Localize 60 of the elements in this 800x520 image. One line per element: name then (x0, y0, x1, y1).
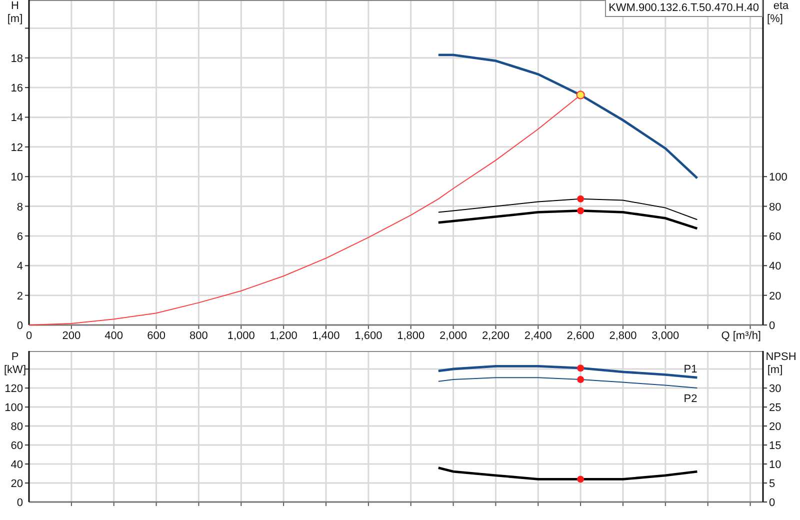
axis-tick-label: 25 (769, 402, 782, 414)
curve-label: P2 (684, 393, 698, 406)
axis-label: eta [%] (767, 0, 789, 25)
axis-tick-label: 12 (10, 142, 23, 154)
axis-tick-label: 20 (10, 478, 23, 490)
axis-label: H [m] (7, 0, 23, 25)
operating-point (577, 376, 584, 383)
axis-tick-label: 16 (10, 82, 23, 95)
axis-tick-label: 1,000 (227, 330, 255, 342)
axis-tick-label: 0 (16, 497, 23, 509)
axis-label: NPSH [m] (766, 351, 796, 376)
axis-tick-label: 800 (190, 330, 208, 342)
axis-tick-label: 6 (16, 230, 23, 243)
axis-tick-label: 10 (10, 172, 23, 184)
axis-label: P [kW] (4, 351, 26, 376)
axis-tick-label: 0 (26, 330, 32, 342)
axis-tick-label: 2,400 (524, 330, 552, 342)
axis-tick-label: 2,000 (440, 330, 468, 342)
axis-tick-label: 2,600 (566, 330, 594, 342)
axis-tick-label: 18 (10, 52, 23, 65)
axis-tick-label: 2,200 (482, 330, 510, 342)
operating-point (577, 364, 584, 372)
axis-tick-label: 200 (62, 330, 81, 342)
axis-tick-label: 10 (769, 459, 782, 472)
duty-point (576, 90, 585, 100)
axis-tick-label: 20 (769, 421, 782, 434)
axis-tick-label: 40 (769, 260, 782, 273)
axis-tick-label: 60 (769, 230, 782, 243)
axis-tick-label: 1,400 (312, 330, 340, 342)
axis-tick-label: 80 (769, 201, 782, 214)
operating-point (577, 195, 584, 202)
axis-tick-label: 600 (147, 330, 166, 342)
axis-tick-label: 14 (10, 112, 23, 124)
axis-tick-label: 1,200 (270, 330, 298, 342)
axis-tick-label: 3,000 (652, 330, 680, 342)
axis-tick-label: 1,800 (397, 330, 425, 342)
axis-tick-label: 400 (104, 330, 124, 342)
axis-label: Q [m³/h] (721, 330, 761, 342)
axis-tick-label: 30 (769, 383, 782, 396)
pump-model-label: KWM.900.132.6.T.50.470.H.40 (604, 0, 763, 17)
axis-tick-label: 120 (4, 383, 23, 396)
axis-tick-label: 8 (16, 201, 23, 214)
axis-tick-label: 0 (16, 320, 23, 332)
axis-tick-label: 80 (10, 421, 23, 434)
axis-tick-label: 100 (4, 402, 23, 414)
curve-label: P1 (684, 364, 698, 376)
axis-tick-label: 60 (10, 440, 23, 452)
axis-tick-label: 20 (769, 290, 782, 302)
axis-tick-label: 100 (769, 172, 788, 184)
axis-tick-label: 0 (769, 320, 776, 332)
operating-point (577, 476, 584, 483)
axis-tick-label: 0 (769, 497, 776, 509)
operating-point (577, 207, 584, 214)
axis-tick-label: 15 (769, 440, 782, 452)
axis-tick-label: 1,600 (354, 330, 382, 342)
axis-tick-label: 2 (16, 290, 23, 302)
axis-tick-label: 40 (10, 459, 23, 472)
axis-tick-label: 5 (769, 478, 776, 490)
axis-tick-label: 2,800 (609, 330, 637, 342)
axis-tick-label: 4 (16, 260, 23, 273)
